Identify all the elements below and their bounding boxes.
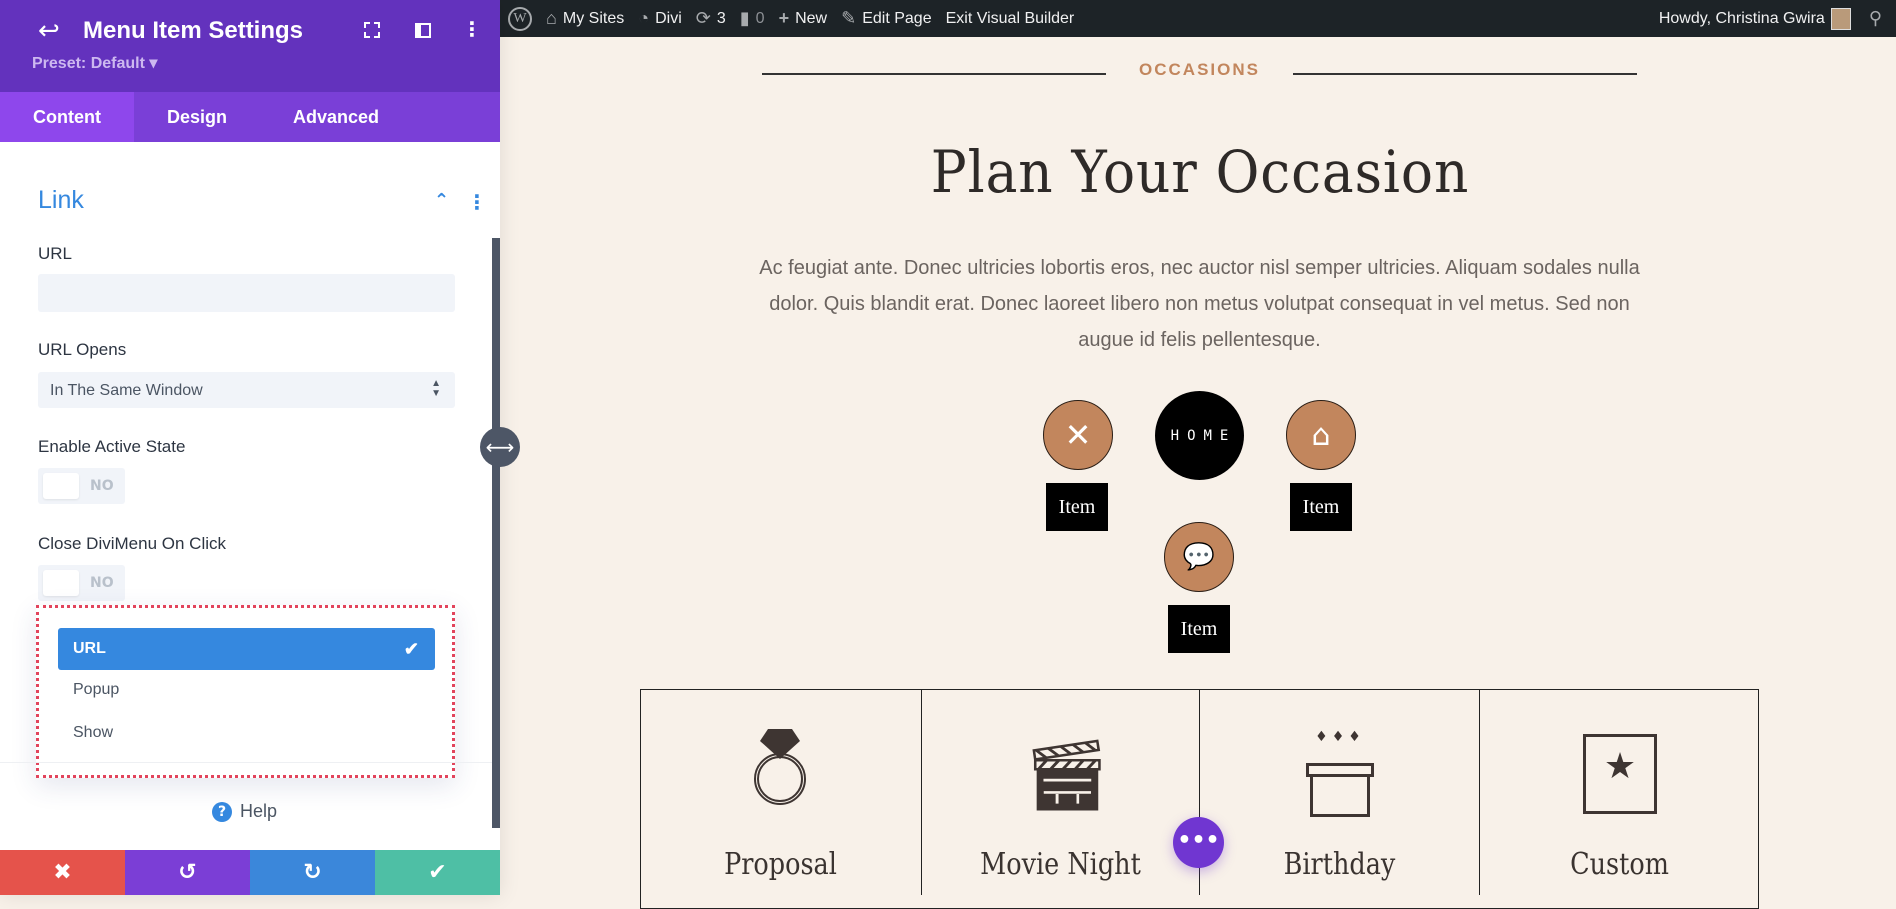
card-title: Proposal (724, 847, 837, 882)
exit-visual-builder-link[interactable]: Exit Visual Builder (946, 10, 1075, 28)
updates-count: 3 (716, 9, 726, 27)
comment-icon: ▮ (739, 8, 750, 28)
panel-header: ↩ Menu Item Settings Preset: Default ▾ ⋮ (0, 0, 500, 92)
edit-page-link[interactable]: ✎ Edit Page (841, 8, 931, 29)
tools-menu-icon[interactable]: ✕ (1043, 400, 1113, 470)
comments-menu[interactable]: ▮ 0 (740, 8, 765, 29)
option-label: URL (73, 640, 106, 657)
check-icon: ✔ (403, 639, 419, 659)
intro-paragraph: Ac feugiat ante. Donec ultricies loborti… (759, 257, 1640, 351)
calendar-star-icon: ★ (1583, 734, 1657, 814)
panel-title: Menu Item Settings (83, 17, 304, 44)
sites-icon: ⌂ (546, 8, 557, 28)
resize-handle-icon[interactable]: ⟷ (480, 427, 520, 467)
comments-count: 0 (755, 9, 765, 27)
new-menu[interactable]: + New (779, 8, 828, 29)
card-custom[interactable]: ★ Custom (1479, 689, 1759, 895)
card-movie-night[interactable]: 🎬︎ Movie Night (921, 689, 1199, 895)
card-title: Birthday (1283, 847, 1396, 882)
page-heading: Plan Your Occasion (930, 138, 1470, 206)
howdy-label: Howdy, Christina Gwira (1658, 9, 1825, 27)
fullscreen-icon[interactable] (364, 22, 380, 38)
active-state-label: Enable Active State (38, 437, 186, 456)
back-icon[interactable]: ↩ (38, 16, 60, 46)
url-label: URL (38, 244, 73, 263)
help-label: Help (240, 801, 278, 821)
divider (0, 762, 492, 763)
tab-design[interactable]: Design (134, 92, 260, 142)
dashboard-icon: ◔ (638, 8, 650, 28)
search-icon[interactable]: ⚲ (1869, 8, 1882, 29)
divi-menu[interactable]: ◔ Divi (638, 8, 682, 29)
clapperboard-icon: 🎬︎ (1022, 734, 1111, 816)
url-opens-label: URL Opens (38, 340, 127, 359)
toggle-state: NO (90, 575, 114, 591)
url-opens-value: In The Same Window (50, 382, 203, 399)
cancel-button[interactable]: ✖ (0, 850, 125, 895)
close-menu-label: Close DiviMenu On Click (38, 534, 226, 553)
option-popup[interactable]: Popup (58, 669, 435, 711)
divider-line-left (762, 73, 1106, 75)
home-menu-button[interactable]: HOME (1155, 391, 1244, 480)
account-menu[interactable]: Howdy, Christina Gwira (1658, 7, 1851, 30)
updates-icon: ⟳ (695, 8, 711, 28)
menu-item-label[interactable]: Item (1046, 483, 1108, 531)
divi-label: Divi (655, 9, 682, 27)
tab-advanced[interactable]: Advanced (260, 92, 412, 142)
redo-button[interactable]: ↻ (250, 850, 375, 895)
my-sites-label: My Sites (562, 9, 625, 27)
save-button[interactable]: ✔ (375, 850, 500, 895)
my-sites-menu[interactable]: ⌂ My Sites (546, 8, 624, 29)
active-state-toggle[interactable]: NO (38, 468, 125, 504)
close-menu-toggle[interactable]: NO (38, 565, 125, 601)
edit-page-label: Edit Page (862, 9, 932, 27)
divider-line-right (1293, 73, 1637, 75)
preset-dropdown[interactable]: Preset: Default ▾ (32, 53, 157, 73)
wp-admin-bar: W ⌂ My Sites ◔ Divi ⟳ 3 ▮ 0 + New ✎ Edit Page … (500, 0, 1896, 37)
scrollbar[interactable] (492, 238, 500, 828)
ring-icon (754, 729, 806, 819)
eyebrow-label: OCCASIONS (1139, 60, 1260, 79)
split-view-icon[interactable] (415, 23, 431, 38)
undo-button[interactable]: ↺ (125, 850, 250, 895)
help-icon: ? (212, 801, 232, 822)
url-input[interactable] (38, 274, 455, 312)
settings-panel: ↩ Menu Item Settings Preset: Default ▾ ⋮… (0, 0, 500, 895)
menu-item-label[interactable]: Item (1290, 483, 1352, 531)
chat-icon[interactable]: 💬 (1164, 522, 1234, 592)
more-actions-button[interactable]: ••• (1173, 817, 1224, 868)
card-birthday[interactable]: ♦♦♦ Birthday (1199, 689, 1479, 895)
card-title: Movie Night (980, 847, 1141, 882)
new-label: New (795, 9, 828, 27)
url-opens-select[interactable]: In The Same Window ▲ ▼ (38, 372, 455, 408)
tab-content[interactable]: Content (0, 92, 134, 142)
pencil-icon: ✎ (841, 8, 857, 28)
avatar (1830, 7, 1851, 30)
toggle-state: NO (90, 478, 114, 494)
plus-icon: + (778, 8, 790, 28)
card-proposal[interactable]: Proposal (640, 689, 921, 895)
updates-menu[interactable]: ⟳ 3 (696, 8, 726, 29)
collapse-chevron-icon[interactable]: ⌃ (434, 190, 449, 211)
home-icon[interactable]: ⌂ (1286, 400, 1356, 470)
wordpress-logo-icon[interactable]: W (508, 6, 532, 31)
help-link[interactable]: ? Help (212, 801, 277, 822)
option-url[interactable]: URL ✔ (58, 628, 435, 670)
cake-icon: ♦♦♦ (1306, 729, 1374, 819)
select-arrows-icon: ▲ ▼ (431, 378, 441, 399)
option-show[interactable]: Show (58, 712, 435, 754)
more-options-icon[interactable]: ⋮ (462, 17, 482, 41)
section-title-link[interactable]: Link (38, 186, 84, 215)
menu-item-label[interactable]: Item (1168, 605, 1230, 653)
section-options-icon[interactable]: ⋮ (467, 190, 487, 214)
card-title: Custom (1570, 847, 1669, 882)
panel-tabs: Content Design Advanced (0, 92, 500, 142)
